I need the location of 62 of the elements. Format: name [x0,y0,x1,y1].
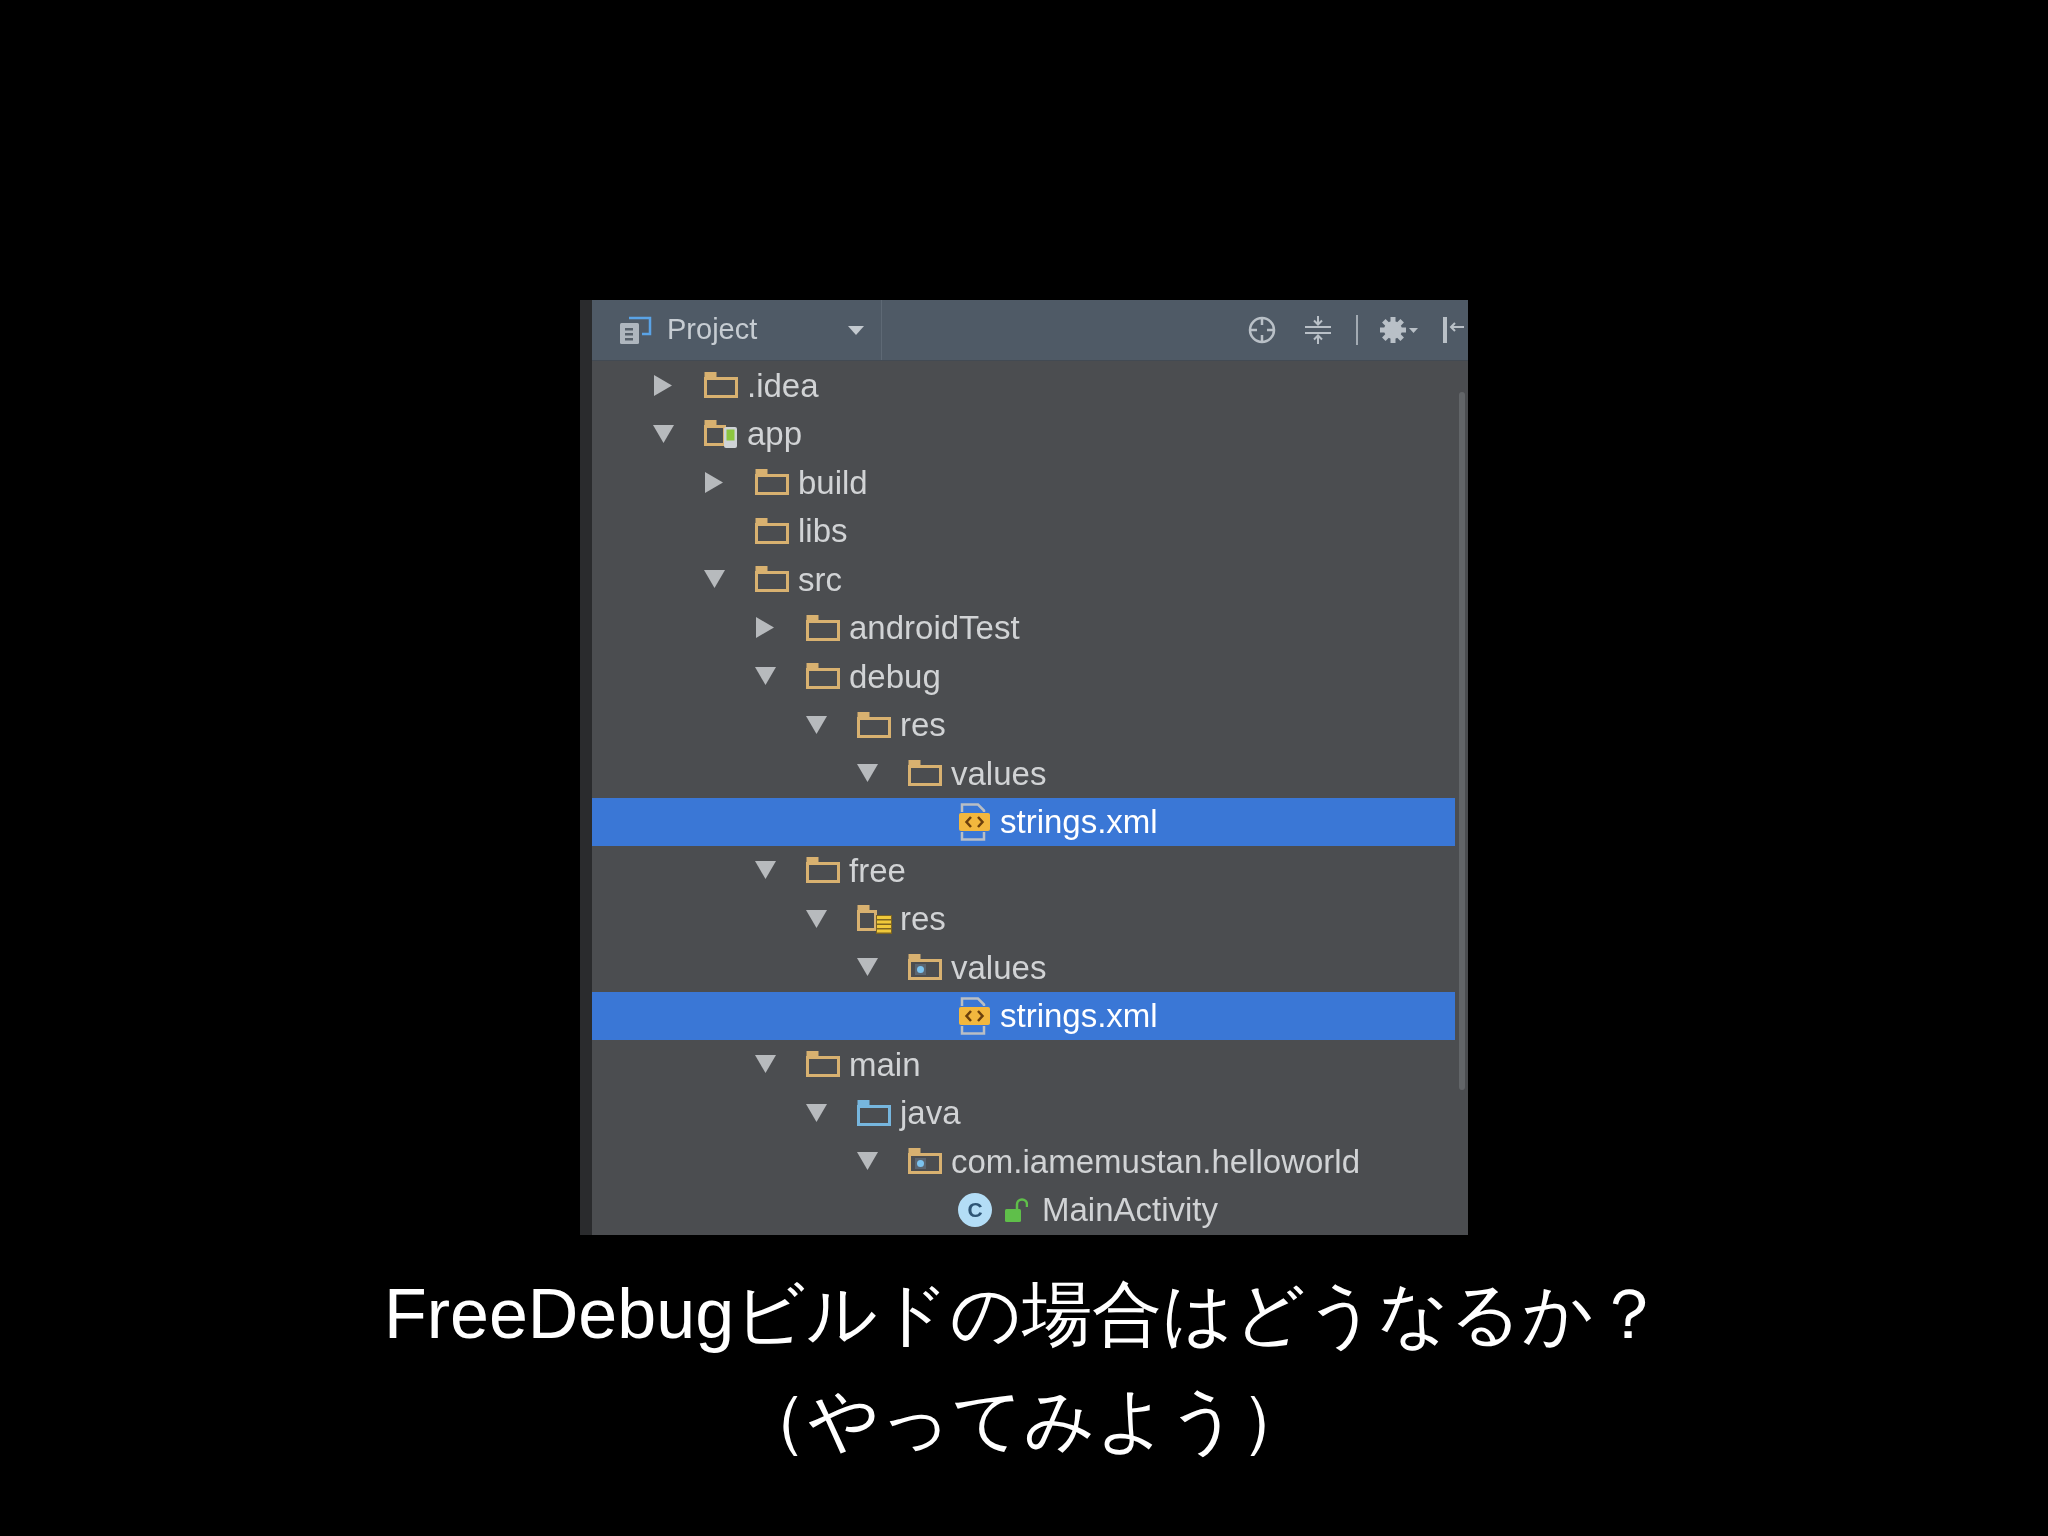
folder-icon [856,1098,892,1127]
tree-item[interactable]: .idea [592,361,1455,410]
resource-folder-icon [856,903,892,934]
caret-right-icon[interactable] [654,374,672,396]
caret-down-icon[interactable] [805,909,827,928]
folder-icon [805,662,841,691]
caret-down-icon[interactable] [652,424,674,443]
tree-item[interactable]: res [592,894,1455,943]
folder-icon [805,856,841,885]
tree-item[interactable]: androidTest [592,603,1455,652]
package-folder-icon [907,1147,943,1176]
tree-item[interactable]: strings.xml [592,991,1455,1040]
folder-icon [754,468,790,497]
tree-item[interactable]: strings.xml [592,797,1455,846]
caret-down-icon[interactable] [856,958,878,977]
caret-down-icon[interactable] [805,715,827,734]
caption-text: （やってみよう） [738,1380,1310,1461]
crosshair-icon[interactable] [1248,316,1276,344]
scrollbar-thumb[interactable] [1459,392,1465,1090]
module-folder-icon [703,418,739,449]
settings-icon[interactable] [1380,317,1406,343]
tree-item[interactable]: values [592,749,1455,798]
project-view-icon [618,315,653,345]
collapse-all-icon[interactable] [1304,315,1332,345]
tree-item[interactable]: res [592,700,1455,749]
folder-icon [856,710,892,739]
caret-down-icon[interactable] [805,1103,827,1122]
tree-item[interactable]: build [592,458,1455,507]
package-folder-icon [907,953,943,982]
class-badge: C [958,1192,992,1227]
caret-down-icon[interactable] [1409,327,1418,333]
folder-icon [703,371,739,400]
tree-item[interactable]: com.iamemustan.helloworld [592,1137,1455,1186]
tree-item[interactable]: app [592,409,1455,458]
caret-down-icon[interactable] [754,1055,776,1074]
folder-icon [754,516,790,545]
caret-right-icon[interactable] [756,617,774,639]
tree-item[interactable]: values [592,943,1455,992]
tree-item[interactable]: free [592,846,1455,895]
caret-down-icon[interactable] [754,667,776,686]
folder-icon [754,565,790,594]
tree-item[interactable]: main [592,1040,1455,1089]
unlocked-padlock-icon [1004,1196,1028,1223]
xml-file-icon [958,802,992,841]
tree-item[interactable]: libs [592,506,1455,555]
caret-down-icon[interactable] [856,764,878,783]
folder-icon [907,759,943,788]
tree-item[interactable]: debug [592,652,1455,701]
xml-file-icon [958,996,992,1035]
folder-icon [805,1050,841,1079]
caret-down-icon[interactable] [754,861,776,880]
caret-down-icon[interactable] [856,1152,878,1171]
caret-down-icon [848,325,864,335]
folder-icon [805,613,841,642]
caption-text: FreeDebugビルドの場合はどうなるか？ [383,1274,1665,1355]
tree-item[interactable]: C MainActivity [592,1185,1455,1234]
project-view-dropdown[interactable]: Project [592,300,882,360]
tree-item[interactable]: java [592,1088,1455,1137]
caret-right-icon[interactable] [705,471,723,493]
tree-item[interactable]: src [592,555,1455,604]
caret-down-icon[interactable] [703,570,725,589]
hide-panel-icon[interactable] [1442,315,1464,345]
